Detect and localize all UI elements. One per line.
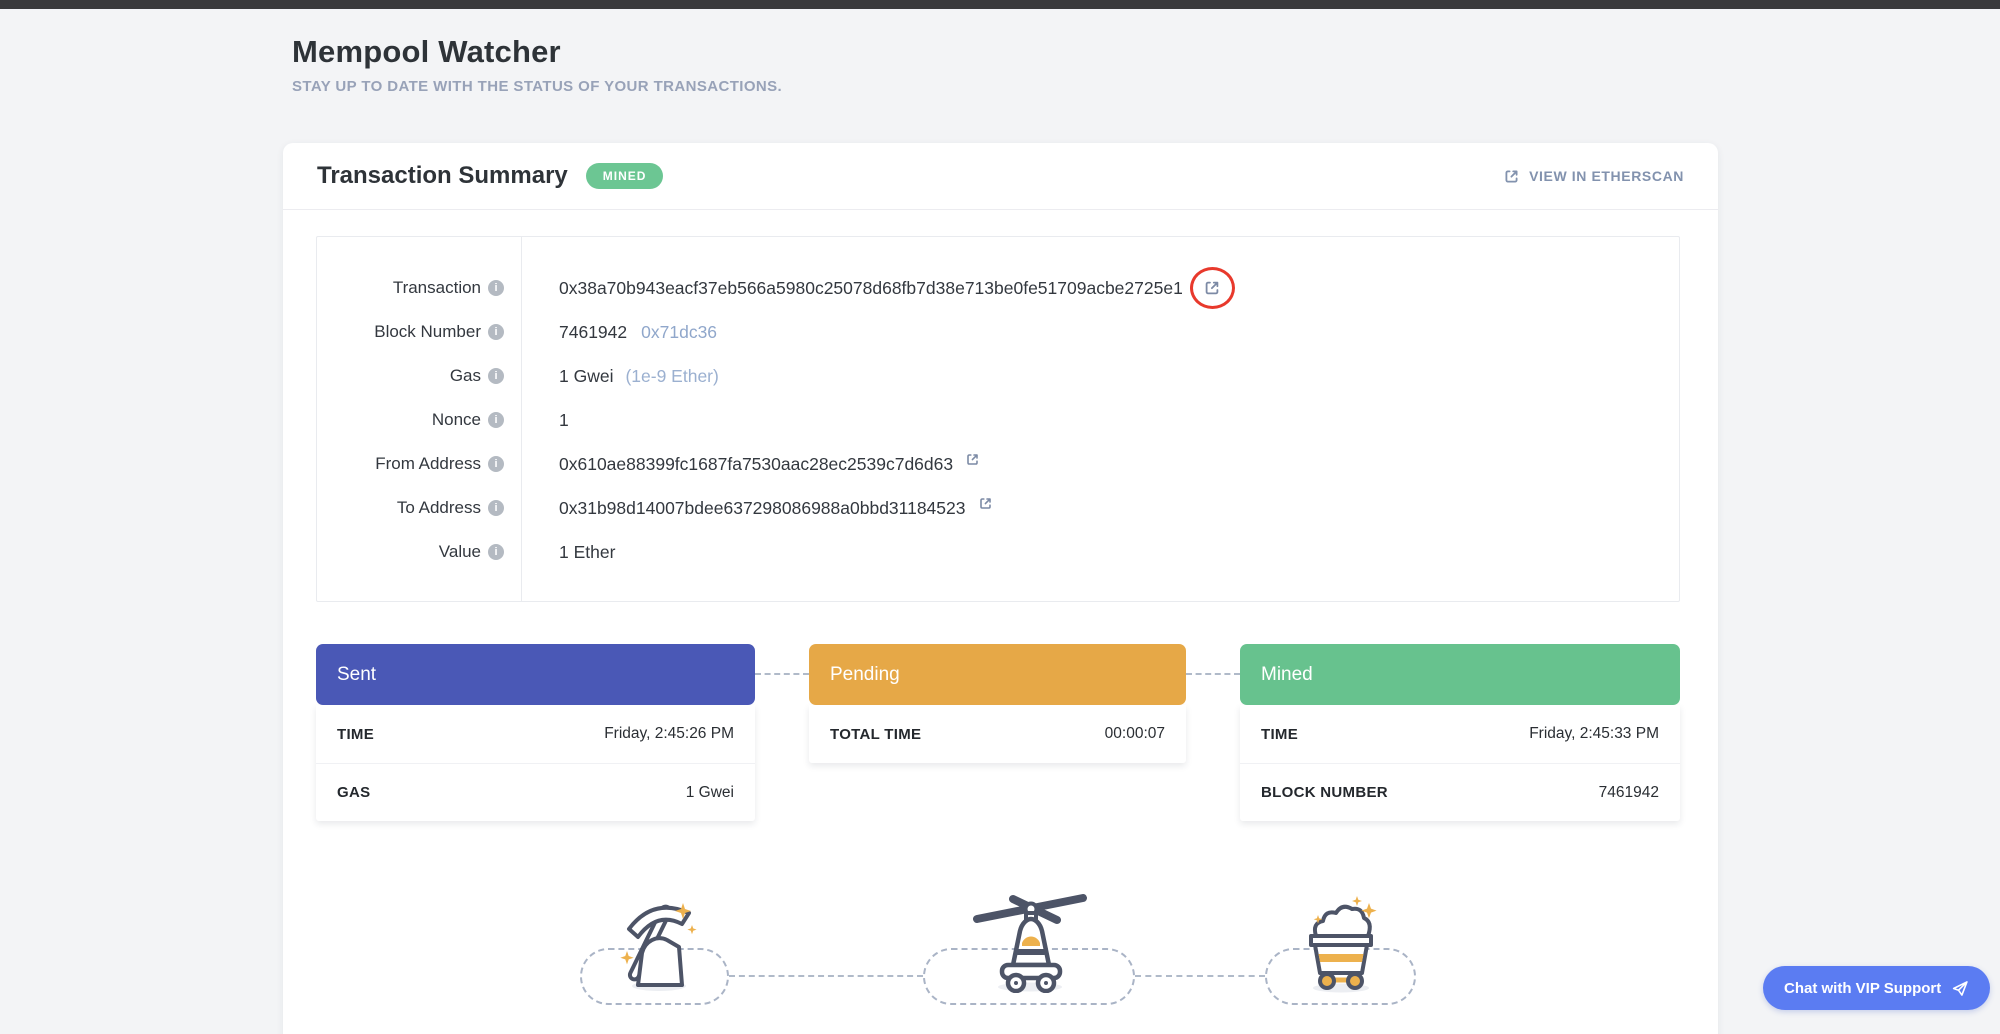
chat-with-vip-support-button[interactable]: Chat with VIP Support [1763, 966, 1990, 1010]
to-address-label: To Address [397, 498, 481, 518]
stage-card-sent: Sent TIME Friday, 2:45:26 PM GAS 1 Gwei [316, 644, 755, 821]
annotation-red-circle [1190, 267, 1235, 309]
transaction-external-link-icon[interactable] [1203, 279, 1221, 297]
illustration-connector [729, 975, 923, 977]
page-subtitle: STAY UP TO DATE WITH THE STATUS OF YOUR … [292, 78, 782, 95]
gas-value: 1 Gwei [559, 366, 613, 387]
illustration-connector [1135, 975, 1265, 977]
info-icon[interactable]: i [488, 456, 504, 472]
from-address-external-link-icon[interactable] [965, 452, 980, 467]
gas-label: Gas [450, 366, 481, 386]
chat-button-label: Chat with VIP Support [1784, 980, 1941, 997]
info-icon[interactable]: i [488, 544, 504, 560]
block-number-hex-link[interactable]: 0x71dc36 [641, 322, 717, 343]
card-title: Transaction Summary [317, 162, 568, 190]
from-address-value: 0x610ae88399fc1687fa7530aac28ec2539c7d6d… [559, 454, 953, 475]
detail-row-to-address: To Address i 0x31b98d14007bdee6372980869… [317, 486, 1679, 530]
stage-row: TIME Friday, 2:45:33 PM [1240, 705, 1680, 763]
stage-connector [755, 673, 809, 675]
detail-row-from-address: From Address i 0x610ae88399fc1687fa7530a… [317, 442, 1679, 486]
to-address-value: 0x31b98d14007bdee637298086988a0bbd311845… [559, 498, 966, 519]
stage-row: TIME Friday, 2:45:26 PM [316, 705, 755, 763]
detail-row-gas: Gas i 1 Gwei (1e-9 Ether) [317, 354, 1679, 398]
detail-row-transaction: Transaction i 0x38a70b943eacf37eb566a598… [317, 266, 1679, 310]
send-icon [1951, 980, 1969, 997]
info-icon[interactable]: i [488, 500, 504, 516]
detail-row-value: Value i 1 Ether [317, 530, 1679, 574]
card-header: Transaction Summary MINED VIEW IN ETHERS… [283, 143, 1718, 210]
stage-row: TOTAL TIME 00:00:07 [809, 705, 1186, 763]
stage-card-pending: Pending TOTAL TIME 00:00:07 [809, 644, 1186, 763]
gas-alt-value: (1e-9 Ether) [625, 366, 718, 387]
stage-header-mined: Mined [1240, 644, 1680, 705]
info-icon[interactable]: i [488, 368, 504, 384]
page-header: Mempool Watcher STAY UP TO DATE WITH THE… [292, 34, 782, 95]
transaction-label: Transaction [393, 278, 481, 298]
from-address-label: From Address [375, 454, 481, 474]
info-icon[interactable]: i [488, 324, 504, 340]
nonce-label: Nonce [432, 410, 481, 430]
stage-header-pending: Pending [809, 644, 1186, 705]
external-link-icon [1503, 168, 1520, 185]
stage-row: GAS 1 Gwei [316, 763, 755, 821]
page-title: Mempool Watcher [292, 34, 782, 70]
block-number-label: Block Number [374, 322, 481, 342]
detail-row-block-number: Block Number i 7461942 0x71dc36 [317, 310, 1679, 354]
etherscan-label: VIEW IN ETHERSCAN [1529, 168, 1684, 184]
transaction-summary-card: Transaction Summary MINED VIEW IN ETHERS… [283, 143, 1718, 1034]
info-icon[interactable]: i [488, 280, 504, 296]
stage-header-sent: Sent [316, 644, 755, 705]
handcar-icon [969, 889, 1091, 993]
to-address-external-link-icon[interactable] [978, 496, 993, 511]
top-window-bar [0, 0, 2000, 9]
value-label: Value [439, 542, 481, 562]
value-value: 1 Ether [559, 542, 615, 563]
detail-row-nonce: Nonce i 1 [317, 398, 1679, 442]
status-badge: MINED [586, 163, 664, 189]
pickaxe-rock-icon [613, 893, 701, 993]
stage-card-mined: Mined TIME Friday, 2:45:33 PM BLOCK NUMB… [1240, 644, 1680, 821]
mine-cart-icon [1293, 891, 1389, 993]
stage-row: BLOCK NUMBER 7461942 [1240, 763, 1680, 821]
transaction-hash: 0x38a70b943eacf37eb566a5980c25078d68fb7d… [559, 278, 1183, 299]
block-number-value: 7461942 [559, 322, 627, 343]
transaction-details-panel: Transaction i 0x38a70b943eacf37eb566a598… [316, 236, 1680, 602]
stage-connector [1186, 673, 1240, 675]
nonce-value: 1 [559, 410, 569, 431]
view-in-etherscan-link[interactable]: VIEW IN ETHERSCAN [1503, 168, 1684, 185]
info-icon[interactable]: i [488, 412, 504, 428]
